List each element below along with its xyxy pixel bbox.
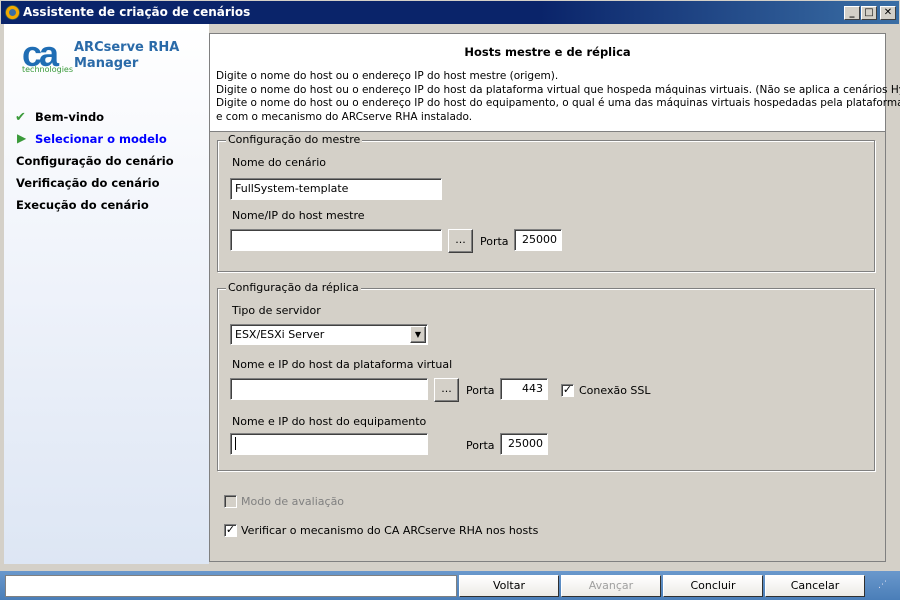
eval-mode-label: Modo de avaliação (241, 495, 345, 508)
ssl-checkbox[interactable]: ✓ (561, 384, 574, 397)
page-description: Digite o nome do host ou o endereço IP d… (216, 70, 900, 123)
chevron-down-icon[interactable]: ▼ (410, 326, 426, 343)
vp-port-label: Porta (466, 384, 495, 397)
appliance-port-input[interactable]: 25000 (500, 433, 548, 455)
master-browse-button[interactable]: ... (448, 229, 473, 253)
page-header: Hosts mestre e de réplica Digite o nome … (210, 34, 900, 132)
server-type-select[interactable]: ESX/ESXi Server ▼ (230, 324, 428, 345)
vp-port-input[interactable]: 443 (500, 378, 548, 400)
scenario-name-input[interactable]: FullSystem-template (230, 178, 442, 200)
virtual-platform-label: Nome e IP do host da plataforma virtual (232, 358, 453, 371)
status-text (5, 575, 457, 597)
master-legend: Configuração do mestre (226, 133, 363, 146)
master-port-label: Porta (480, 235, 509, 248)
step-select-template: Selecionar o modelo (35, 132, 167, 146)
verify-engine-label: Verificar o mecanismo do CA ARCserve RHA… (241, 524, 539, 537)
step-scenario-verify: Verificação do cenário (16, 176, 160, 190)
next-button[interactable]: Avançar (561, 575, 661, 597)
close-button[interactable]: ✕ (880, 6, 896, 20)
window-title: Assistente de criação de cenários (23, 5, 251, 19)
replica-legend: Configuração da réplica (226, 281, 361, 294)
maximize-button[interactable]: □ (861, 6, 877, 20)
appliance-port-label: Porta (466, 439, 495, 452)
steps-pane (4, 24, 209, 564)
server-type-label: Tipo de servidor (232, 304, 321, 317)
page-title: Hosts mestre e de réplica (464, 45, 631, 59)
master-host-label: Nome/IP do host mestre (232, 209, 365, 222)
check-icon: ✔ (15, 110, 26, 125)
finish-button[interactable]: Concluir (663, 575, 763, 597)
arrow-right-icon: ▶ (17, 131, 27, 145)
back-button[interactable]: Voltar (459, 575, 559, 597)
step-scenario-config: Configuração do cenário (16, 154, 174, 168)
master-host-input[interactable] (230, 229, 442, 251)
eval-mode-checkbox[interactable] (224, 495, 237, 508)
step-welcome: Bem-vindo (35, 110, 105, 124)
appliance-input[interactable] (230, 433, 428, 455)
master-port-input[interactable]: 25000 (514, 229, 562, 251)
step-scenario-run: Execução do cenário (16, 198, 149, 212)
scenario-name-label: Nome do cenário (232, 156, 326, 169)
ssl-label: Conexão SSL (579, 384, 651, 397)
appliance-label: Nome e IP do host do equipamento (232, 415, 427, 428)
title-bar: Assistente de criação de cenários _ □ ✕ (0, 0, 900, 24)
verify-engine-checkbox[interactable]: ✓ (224, 524, 237, 537)
minimize-button[interactable]: _ (844, 6, 860, 20)
app-icon (5, 5, 20, 20)
ca-logo-sub: technologies (22, 65, 73, 74)
cancel-button[interactable]: Cancelar (765, 575, 865, 597)
virtual-platform-input[interactable] (230, 378, 428, 400)
product-name: ARCserve RHA Manager (74, 40, 180, 71)
server-type-value: ESX/ESXi Server (235, 328, 325, 341)
virtual-platform-browse-button[interactable]: ... (434, 378, 459, 402)
resize-grip-icon[interactable]: ⋰ (878, 580, 887, 590)
